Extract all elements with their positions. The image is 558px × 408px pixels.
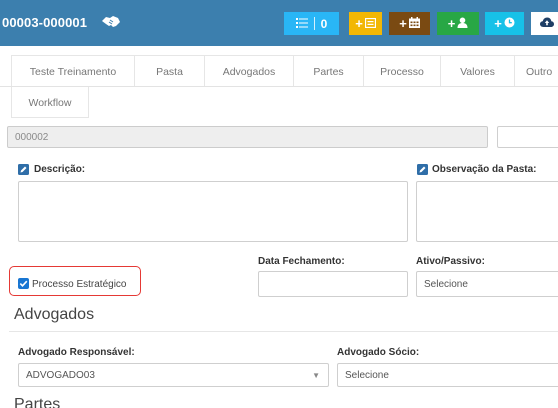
advogado-responsavel-label: Advogado Responsável:	[18, 347, 135, 358]
ativo-passivo-value: Selecione	[424, 279, 468, 290]
clock-icon	[504, 17, 515, 31]
observacao-label: Observação da Pasta:	[432, 164, 537, 175]
descricao-label: Descrição:	[34, 164, 86, 175]
partes-section-title: Partes	[14, 396, 61, 408]
advogados-section-title: Advogados	[14, 306, 95, 323]
plus-icon: +	[447, 16, 456, 31]
plus-icon: +	[399, 16, 407, 31]
list-count: 0	[320, 16, 328, 31]
tab-divider	[0, 86, 558, 87]
ativo-passivo-select[interactable]: Selecione	[416, 271, 558, 297]
advogado-socio-value: Selecione	[345, 370, 389, 381]
ativo-passivo-label: Ativo/Passivo:	[416, 256, 485, 267]
plus-icon: +	[494, 16, 502, 31]
check-icon	[19, 280, 28, 287]
tab-processo[interactable]: Processo	[363, 55, 440, 87]
data-fechamento-input[interactable]	[258, 271, 408, 297]
observacao-textarea[interactable]	[416, 181, 558, 242]
advogado-socio-label: Advogado Sócio:	[337, 347, 420, 358]
descricao-textarea[interactable]	[18, 181, 408, 242]
user-icon	[457, 17, 468, 31]
button-divider	[313, 17, 315, 30]
tab-bar: Teste Treinamento Pasta Advogados Partes…	[0, 55, 558, 119]
page-title: 00003-000001	[2, 15, 88, 30]
advogado-responsavel-select[interactable]: ADVOGADO03 ▼	[18, 363, 329, 387]
pasta-code-value: 000002	[15, 132, 49, 143]
document-icon	[364, 17, 376, 31]
edit-icon	[417, 164, 428, 175]
list-count-button[interactable]: 0	[284, 12, 339, 35]
processo-estrategico-checkbox[interactable]	[18, 278, 29, 289]
upload-button[interactable]	[531, 12, 558, 35]
edit-icon	[18, 164, 29, 175]
tab-pasta[interactable]: Pasta	[134, 55, 204, 87]
tab-teste-treinamento[interactable]: Teste Treinamento	[11, 55, 134, 87]
chevron-down-icon: ▼	[312, 371, 320, 380]
data-fechamento-label: Data Fechamento:	[258, 256, 345, 267]
tab-workflow[interactable]: Workflow	[11, 86, 89, 118]
calendar-icon	[408, 16, 420, 31]
add-user-button[interactable]: +	[437, 12, 479, 35]
tab-outros[interactable]: Outro	[514, 55, 558, 87]
tab-partes[interactable]: Partes	[293, 55, 363, 87]
list-icon	[295, 17, 308, 31]
add-calendar-button[interactable]: +	[389, 12, 430, 35]
advogado-socio-select[interactable]: Selecione	[337, 363, 558, 387]
section-divider	[9, 331, 558, 332]
add-reminder-button[interactable]: +	[485, 12, 524, 35]
add-document-button[interactable]: +	[349, 12, 382, 35]
secondary-code-field[interactable]	[497, 126, 558, 148]
app-header: 00003-000001 0 + + + +	[0, 0, 558, 46]
pasta-code-field: 000002	[7, 126, 488, 148]
cloud-upload-icon	[540, 17, 554, 31]
processo-estrategico-label: Processo Estratégico	[32, 279, 127, 290]
tab-advogados[interactable]: Advogados	[204, 55, 293, 87]
handshake-icon	[101, 13, 121, 29]
plus-icon: +	[355, 16, 363, 31]
tab-valores[interactable]: Valores	[440, 55, 514, 87]
advogado-responsavel-value: ADVOGADO03	[26, 370, 95, 381]
